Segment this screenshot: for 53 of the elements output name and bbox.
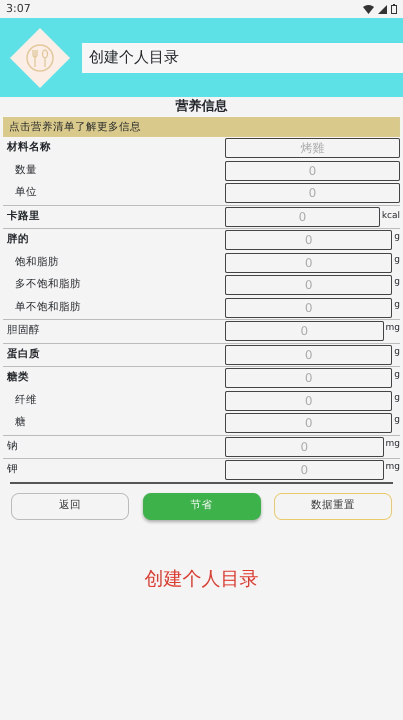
unit-label: g (393, 346, 400, 358)
wifi-icon (363, 4, 374, 14)
input-field[interactable]: 0 (225, 298, 392, 318)
battery-icon (391, 4, 397, 14)
input-field[interactable]: 0 (225, 413, 392, 434)
input-field[interactable]: 0 (225, 321, 384, 342)
field-label: 纤维 (14, 392, 38, 408)
field-label: 卡路里 (6, 208, 41, 224)
field-label: 单位 (14, 185, 38, 200)
unit-label: g (393, 414, 400, 427)
unit-label: mg (384, 461, 400, 474)
input-field[interactable]: 0 (225, 275, 392, 296)
footer-heading: 创建个人目录 (144, 566, 260, 592)
unit-label: kcal (380, 210, 400, 223)
input-field[interactable]: 0 (225, 206, 380, 227)
action-button[interactable]: 返回 (11, 492, 129, 520)
input-field[interactable]: 0 (225, 160, 400, 181)
input-field[interactable]: 0 (225, 390, 392, 411)
input-field[interactable]: 0 (225, 344, 392, 365)
action-button[interactable]: 数据重置 (274, 492, 392, 520)
field-label: 数量 (14, 162, 38, 178)
unit-label: g (393, 298, 400, 312)
input-field[interactable]: 0 (225, 368, 392, 388)
field-label: 饱和脂肪 (14, 254, 60, 270)
unit-label: g (393, 369, 400, 382)
info-banner[interactable]: 点击营养清单了解更多信息 (3, 117, 400, 137)
field-label: 胆固醇 (6, 323, 41, 338)
field-label: 多不饱和脂肪 (14, 277, 82, 292)
input-field[interactable]: 0 (225, 460, 384, 480)
unit-label: g (393, 254, 400, 266)
unit-label: g (393, 276, 400, 289)
unit-label: g (393, 392, 400, 404)
field-label: 糖 (14, 415, 27, 430)
field-label: 糖类 (6, 370, 30, 386)
unit-label: mg (384, 322, 400, 335)
input-field[interactable]: 0 (225, 436, 384, 457)
section-title: 营养信息 (174, 98, 228, 116)
unit-label: mg (384, 438, 400, 450)
cutlery-logo-icon (8, 26, 72, 90)
field-label: 单不饱和脂肪 (14, 300, 82, 315)
field-label: 钾 (6, 462, 19, 478)
input-field[interactable]: 0 (225, 183, 400, 204)
field-label: 材料名称 (6, 140, 52, 156)
input-field[interactable]: 0 (225, 230, 392, 250)
field-label: 钠 (6, 438, 19, 454)
status-time: 3:07 (6, 0, 31, 17)
input-field[interactable]: 烤雞 (225, 138, 400, 158)
field-label: 蛋白质 (6, 346, 41, 362)
input-field[interactable]: 0 (225, 252, 392, 273)
header-title: 创建个人目录 (82, 42, 403, 72)
unit-label: g (393, 231, 400, 244)
signal-icon (378, 4, 387, 14)
field-label: 胖的 (6, 232, 30, 248)
